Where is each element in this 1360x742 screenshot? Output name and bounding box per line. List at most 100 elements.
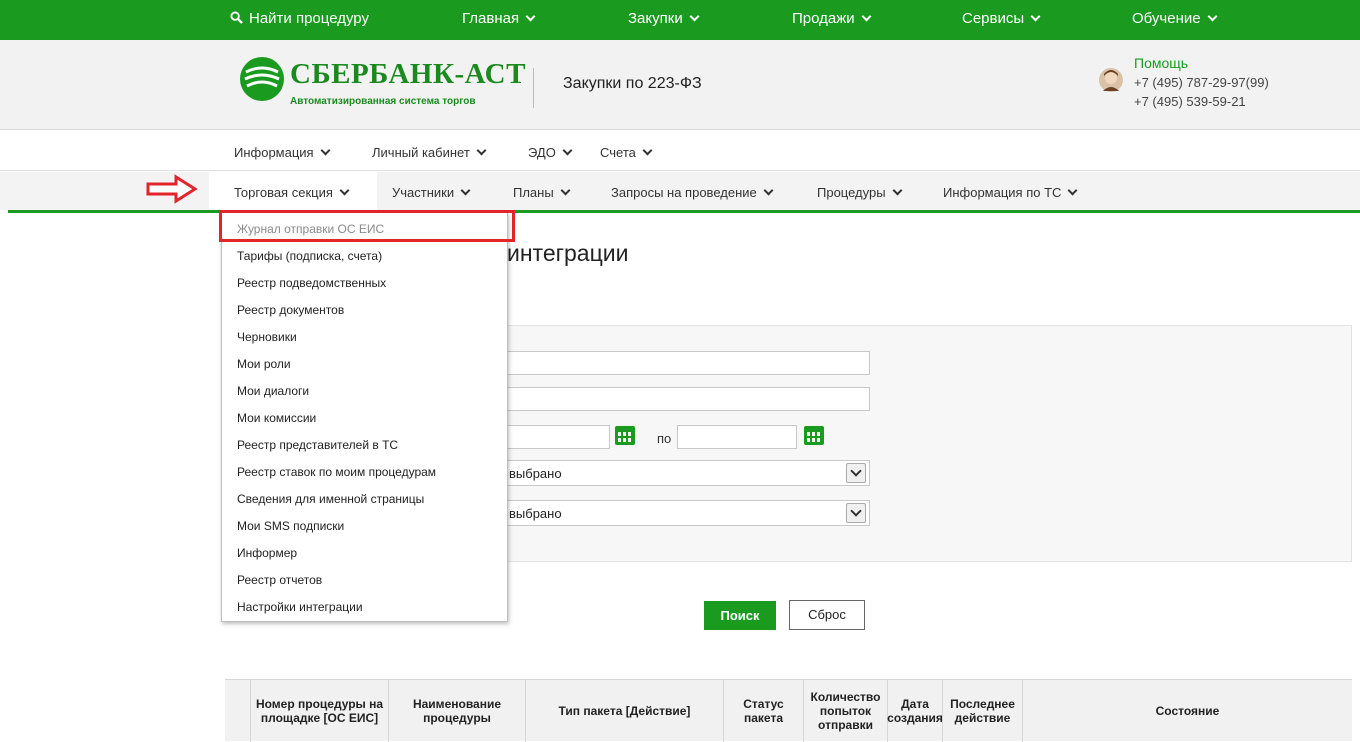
topnav-services-label: Сервисы [962,10,1025,27]
menu-requests[interactable]: Запросы на проведение [611,185,774,200]
find-procedure-label: Найти процедуру [249,10,369,27]
chevron-down-icon [642,145,653,156]
chevron-down-icon [560,185,571,196]
table-header-cell[interactable]: Последнее действие [942,680,1022,742]
reset-button[interactable]: Сброс [789,600,865,630]
menu-procedures[interactable]: Процедуры [817,185,903,200]
section-title: Закупки по 223-ФЗ [563,75,702,92]
dropdown-item-subordinates[interactable]: Реестр подведомственных [237,276,386,290]
chevron-down-icon [320,145,331,156]
date-to-label: по [657,431,672,446]
chevron-down-icon [339,185,350,196]
filter-select-1-value: выбрано [509,466,562,481]
pointer-arrow-icon [146,174,198,204]
date-from-input[interactable] [505,425,610,449]
logo-subtitle: Автоматизированная система торгов [290,96,476,107]
menu-ts-info[interactable]: Информация по ТС [943,185,1078,200]
chevron-down-icon [525,11,536,22]
search-icon [230,11,243,24]
table-header-select [225,680,250,742]
chevron-down-icon [1030,11,1041,22]
page-title: интеграции [507,240,629,266]
dropdown-item-documents[interactable]: Реестр документов [237,303,344,317]
search-button[interactable]: Поиск [704,601,776,630]
menu-accounts-label: Счета [600,145,636,160]
topnav-learning[interactable]: Обучение [1132,10,1218,27]
topnav-main-label: Главная [462,10,520,27]
topnav-purchases[interactable]: Закупки [628,10,700,27]
dropdown-item-reports[interactable]: Реестр отчетов [237,573,322,587]
dropdown-item-roles[interactable]: Мои роли [237,357,291,371]
chevron-down-icon [562,145,573,156]
dropdown-item-named-page[interactable]: Сведения для именной страницы [237,492,424,506]
date-to-input[interactable] [677,425,797,449]
dropdown-item-commissions[interactable]: Мои комиссии [237,411,316,425]
filter-procedure-name-input[interactable] [505,387,870,411]
menu-procedures-label: Процедуры [817,185,886,200]
calendar-icon[interactable] [615,426,635,445]
dropdown-item-drafts[interactable]: Черновики [237,330,297,344]
filter-procedure-number-input[interactable] [505,351,870,375]
topnav-main[interactable]: Главная [462,10,536,27]
menu-participants-label: Участники [392,185,455,200]
table-header-cell[interactable]: Количество попыток отправки [803,680,887,742]
highlight-box [219,210,515,242]
sberbank-logo-icon[interactable] [238,55,286,103]
menu-information-label: Информация [234,145,314,160]
chevron-down-icon [689,11,700,22]
menu-trade-section[interactable]: Торговая секция [234,185,350,200]
chevron-down-icon [763,185,774,196]
logo-title[interactable]: СБЕРБАНК-АСТ [290,58,526,91]
chevron-down-icon [1067,185,1078,196]
chevron-down-icon [1207,11,1218,22]
topnav-purchases-label: Закупки [628,10,683,27]
menu-plans[interactable]: Планы [513,185,571,200]
find-procedure-link[interactable]: Найти процедуру [230,10,369,27]
menu-participants[interactable]: Участники [392,185,471,200]
menu-requests-label: Запросы на проведение [611,185,757,200]
header-divider [533,68,534,108]
menu-edo[interactable]: ЭДО [528,145,573,160]
dropdown-item-dialogs[interactable]: Мои диалоги [237,384,309,398]
menu-underline [8,210,1360,213]
dropdown-item-tariffs[interactable]: Тарифы (подписка, счета) [237,249,382,263]
support-avatar-icon [1099,68,1123,92]
chevron-down-icon [861,11,872,22]
dropdown-item-integration-settings[interactable]: Настройки интеграции [237,600,363,614]
menu-personal-cabinet-label: Личный кабинет [372,145,470,160]
topnav-sales-label: Продажи [792,10,855,27]
table-header-cell[interactable]: Наименование процедуры [388,680,525,742]
table-header-cell[interactable]: Дата создания [887,680,943,742]
trade-section-dropdown: Журнал отправки ОС ЕИС Тарифы (подписка,… [221,212,508,622]
secondary-menu: Торговая секция Участники Планы Запросы … [0,172,1360,210]
menu-accounts[interactable]: Счета [600,145,653,160]
table-header-cell[interactable]: Статус пакета [723,680,803,742]
menu-information[interactable]: Информация [234,145,331,160]
chevron-down-icon [892,185,903,196]
table-header-cell[interactable]: Тип пакета [Действие] [525,680,723,742]
phone-number-1: +7 (495) 787-29-97(99) [1134,75,1269,90]
topnav-services[interactable]: Сервисы [962,10,1041,27]
menu-trade-section-label: Торговая секция [234,185,333,200]
table-header-cell[interactable]: Состояние [1022,680,1352,742]
menu-ts-info-label: Информация по ТС [943,185,1062,200]
chevron-down-icon [476,145,487,156]
menu-personal-cabinet[interactable]: Личный кабинет [372,145,487,160]
topnav-sales[interactable]: Продажи [792,10,872,27]
chevron-down-icon [460,185,471,196]
topnav-learning-label: Обучение [1132,10,1201,27]
dropdown-item-sms[interactable]: Мои SMS подписки [237,519,344,533]
table-header-cell[interactable]: Номер процедуры на площадке [ОС ЕИС] [250,680,388,742]
calendar-icon[interactable] [804,426,824,445]
dropdown-item-informer[interactable]: Информер [237,546,297,560]
filter-select-2-value: выбрано [509,506,562,521]
chevron-down-icon[interactable] [846,463,866,483]
chevron-down-icon[interactable] [846,503,866,523]
results-table-header: Номер процедуры на площадке [ОС ЕИС] Наи… [225,679,1352,742]
top-navigation-bar: Найти процедуру Главная Закупки Продажи … [0,0,1360,40]
dropdown-item-representatives[interactable]: Реестр представителей в ТС [237,438,398,452]
dropdown-item-bids[interactable]: Реестр ставок по моим процедурам [237,465,436,479]
help-link[interactable]: Помощь [1134,55,1188,71]
menu-edo-label: ЭДО [528,145,556,160]
phone-number-2: +7 (495) 539-59-21 [1134,94,1246,109]
